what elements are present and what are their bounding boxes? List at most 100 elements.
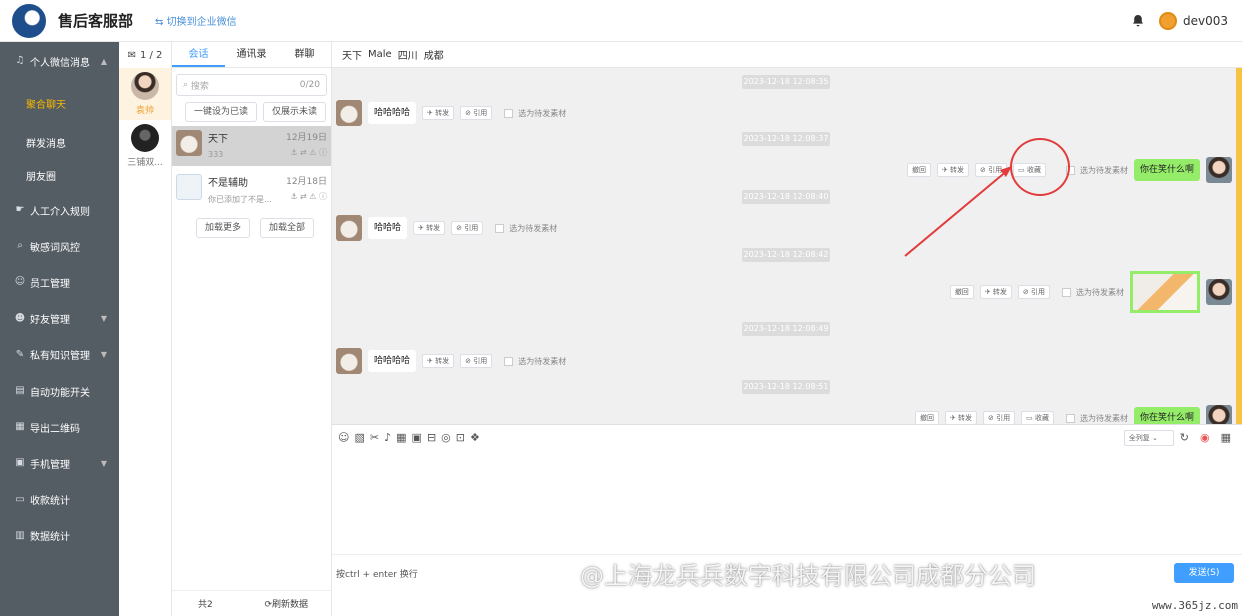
account-counter: ✉ 1 / 2 [127, 49, 163, 61]
chat-panel: 天下 Male 四川 成都 2023-12-18 12:08:35 哈哈哈哈 ✈… [332, 42, 1242, 616]
conversation-item[interactable]: 不是辅助 你已添加了不是... 12月18日 ⚓ ⇄ ⚠ ⓘ [172, 170, 331, 210]
chart-icon: ▥ [15, 529, 25, 541]
box-icon[interactable]: ⊟ [427, 431, 436, 444]
sidebar-item-phone[interactable]: ▣ 手机管理 ▼ [0, 445, 119, 481]
sidebar-item-auto-switch[interactable]: ▤ 自动功能开关 [0, 373, 119, 409]
select-material-checkbox[interactable]: 选为待发素材 [504, 108, 566, 119]
send-button[interactable]: 发送(S) [1174, 563, 1234, 583]
reply-mode-select[interactable]: 全列复 ⌄ [1123, 429, 1174, 446]
select-material-checkbox[interactable]: 选为待发素材 [1065, 413, 1128, 424]
avatar [176, 174, 202, 200]
badge-icon[interactable]: ⊡ [456, 431, 465, 444]
chevron-up-icon: ▲ [100, 56, 107, 66]
bell-icon[interactable] [1131, 14, 1145, 28]
chat-scrollbar[interactable] [1236, 68, 1242, 424]
phone-icon: ▣ [15, 457, 25, 469]
message-bubble[interactable]: 哈哈哈哈 [368, 102, 417, 124]
input-toolbar: ☺ ▧ ✂ ♪ ▦ ▣ ⊟ ◎ ⊡ ❖ 全列复 ⌄ ↻ ◉ ▦ [332, 424, 1242, 450]
qrcode-icon: ▦ [15, 421, 25, 433]
select-material-checkbox[interactable]: 选为待发素材 [1065, 165, 1128, 176]
select-material-checkbox[interactable]: 选为待发素材 [1062, 287, 1124, 298]
message-bubble[interactable]: 哈哈哈哈 [368, 350, 417, 372]
sidebar-item-personal-wechat[interactable]: ♫ 个人微信消息 ▲ [0, 42, 119, 80]
select-material-checkbox[interactable]: 选为待发素材 [504, 356, 566, 367]
collect-button[interactable]: ▭ 收藏 [1021, 411, 1054, 425]
contact-name: 天下 [342, 51, 362, 62]
search-input[interactable]: ⌕ 搜索 0/20 [176, 74, 327, 96]
conversation-item[interactable]: 天下 333 12月19日 ⚓ ⇄ ⚠ ⓘ [172, 126, 331, 166]
friends-icon: ☻ [14, 312, 26, 324]
microphone-icon[interactable]: ♪ [384, 431, 391, 444]
account-item[interactable]: 三铺双... [119, 120, 171, 172]
message-input[interactable] [332, 450, 1242, 554]
message-timestamp: 2023-12-18 12:08:49 [742, 322, 830, 336]
picture-icon[interactable]: ▣ [412, 431, 422, 444]
mark-all-read-button[interactable]: 一键设为已读 [185, 102, 258, 122]
tab-sessions[interactable]: 会话 [172, 42, 225, 67]
contact-city: 成都 [423, 51, 444, 62]
forward-button[interactable]: ✈ 转发 [413, 221, 446, 235]
sidebar-item-manual-rules[interactable]: ☛ 人工介入规则 [0, 192, 119, 228]
recall-button[interactable]: 撤回 [914, 411, 939, 425]
refresh-data-button[interactable]: ⟳刷新数据 [264, 597, 308, 610]
quote-button[interactable]: ⊘ 引用 [983, 411, 1016, 425]
sidebar-item-data-stats[interactable]: ▥ 数据统计 [0, 518, 119, 554]
sidebar-item-mass-message[interactable]: 群发消息 [0, 126, 119, 159]
sidebar-item-payment-stats[interactable]: ▭ 收款统计 [0, 482, 119, 518]
message-timestamp: 2023-12-18 12:08:51 [742, 380, 830, 394]
sidebar-item-sensitive-words[interactable]: ⌕ 敏感词风控 [0, 228, 119, 264]
account-item[interactable]: 袁帅 [119, 68, 171, 120]
sidebar-item-export-qrcode[interactable]: ▦ 导出二维码 [0, 409, 119, 445]
forward-button[interactable]: ✈ 转发 [422, 106, 455, 120]
newline-hint: 按ctrl + enter 换行 [336, 570, 418, 580]
chevron-down-icon: ▼ [100, 314, 107, 324]
scissors-icon[interactable]: ✂ [370, 431, 379, 444]
username: dev003 [1182, 14, 1228, 28]
message-timestamp: 2023-12-18 12:08:42 [742, 248, 830, 262]
conversation-actions-icon[interactable]: ⚓ ⇄ ⚠ ⓘ [286, 147, 327, 158]
conversation-actions-icon[interactable]: ⚓ ⇄ ⚠ ⓘ [286, 191, 327, 202]
image-message-thumbnail[interactable] [1130, 271, 1200, 313]
message-bubble[interactable]: 你在笑什么啊 [1133, 159, 1200, 181]
forward-button[interactable]: ✈ 转发 [979, 285, 1012, 299]
message-timestamp: 2023-12-18 12:08:40 [742, 190, 830, 204]
fox-icon[interactable]: ❖ [470, 431, 480, 444]
tab-contacts[interactable]: 通讯录 [225, 42, 278, 67]
quote-button[interactable]: ⊘ 引用 [451, 221, 484, 235]
load-more-button[interactable]: 加载更多 [196, 218, 251, 238]
avatar [1158, 12, 1177, 30]
forward-button[interactable]: ✈ 转发 [422, 354, 455, 368]
quote-button[interactable]: ⊘ 引用 [460, 354, 493, 368]
apps-icon[interactable]: ▦ [396, 431, 406, 444]
emoji-icon[interactable]: ☺ [338, 431, 349, 444]
message-bubble[interactable]: 哈哈哈 [368, 217, 408, 239]
contact-province: 四川 [397, 51, 418, 62]
hand-icon: ☛ [15, 204, 25, 216]
load-all-button[interactable]: 加载全部 [260, 218, 315, 238]
quote-button[interactable]: ⊘ 引用 [1017, 285, 1050, 299]
wallet-icon: ▭ [15, 493, 25, 505]
user-menu[interactable]: dev003 [1158, 12, 1228, 30]
sidebar-item-moments[interactable]: 朋友圈 [0, 159, 119, 192]
color-wheel-icon[interactable]: ◉ [1200, 431, 1210, 444]
compass-icon[interactable]: ◎ [441, 431, 451, 444]
recall-button[interactable]: 撤回 [949, 285, 974, 299]
select-material-checkbox[interactable]: 选为待发素材 [495, 223, 557, 234]
image-icon[interactable]: ▧ [354, 431, 364, 444]
switch-enterprise-wechat-link[interactable]: ⇆ 切换到企业微信 [155, 13, 237, 28]
tab-groups[interactable]: 群聊 [278, 42, 331, 67]
unread-only-button[interactable]: 仅展示未读 [263, 102, 327, 122]
quote-button[interactable]: ⊘ 引用 [460, 106, 493, 120]
incoming-message: 哈哈哈 ✈ 转发 ⊘ 引用 选为待发素材 [336, 215, 557, 241]
forward-button[interactable]: ✈ 转发 [944, 411, 978, 425]
sidebar-item-friends[interactable]: ☻ 好友管理 ▼ [0, 301, 119, 337]
incoming-message: 哈哈哈哈 ✈ 转发 ⊘ 引用 选为待发素材 [336, 100, 566, 126]
grid-icon[interactable]: ▦ [1221, 431, 1231, 444]
refresh-icon[interactable]: ↻ [1180, 431, 1189, 444]
conversation-tabs: 会话 通讯录 群聊 [172, 42, 331, 68]
watermark-text: @上海龙兵兵数字科技有限公司成都分公司 [580, 562, 1036, 590]
avatar [336, 348, 362, 374]
sidebar-item-aggregate-chat[interactable]: 聚合聊天 [0, 80, 119, 126]
sidebar-item-staff[interactable]: ☺ 员工管理 [0, 264, 119, 300]
sidebar-item-knowledge[interactable]: ✎ 私有知识管理 ▼ [0, 337, 119, 373]
